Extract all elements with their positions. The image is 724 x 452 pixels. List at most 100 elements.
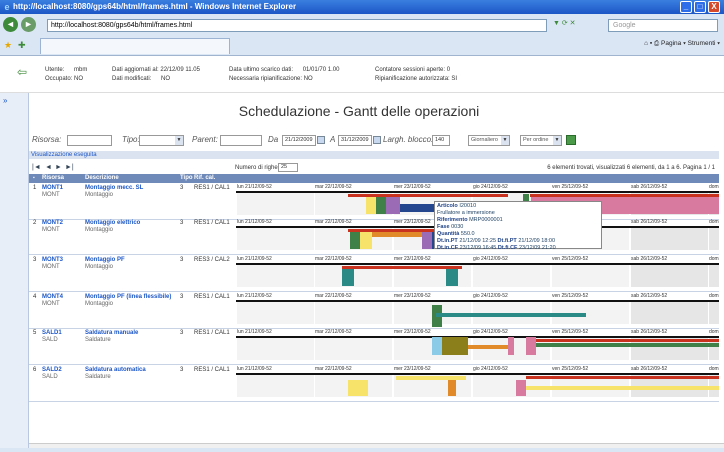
calendar-icon[interactable]: [317, 136, 325, 144]
view-select[interactable]: Giornaliero: [468, 135, 510, 146]
operation-bar[interactable]: [348, 194, 508, 197]
operation-bar[interactable]: [526, 337, 536, 355]
col-risorsa[interactable]: Risorsa: [42, 174, 64, 183]
add-favorite-icon[interactable]: ✚: [18, 40, 26, 51]
day-label: mer 23/12/09-52: [394, 256, 431, 262]
minimize-button[interactable]: _: [680, 1, 692, 13]
operation-bar[interactable]: [448, 380, 456, 396]
day-axis: [708, 373, 719, 375]
last-page-icon[interactable]: ►|: [65, 164, 74, 171]
day-axis: [314, 226, 393, 228]
exit-icon[interactable]: ⇦: [17, 65, 27, 79]
gantt-timeline[interactable]: lun 21/12/09-52 mar 22/12/09-52 mer 23/12/…: [236, 366, 719, 402]
day-label: mar 22/12/09-52: [315, 256, 352, 262]
rows-input[interactable]: 25: [278, 163, 298, 172]
excel-icon[interactable]: [566, 135, 576, 145]
col-rifcal[interactable]: Rif. cal.: [194, 174, 215, 183]
operation-bar[interactable]: [360, 231, 372, 249]
resource-description: Montaggio PF (linea flessibile): [85, 294, 172, 300]
sort-icon[interactable]: ▪: [33, 174, 35, 183]
url-field[interactable]: http://localhost:8080/gps64b/html/frames…: [47, 19, 547, 32]
operation-bar[interactable]: [536, 339, 719, 342]
table-row[interactable]: 1 MONT1 MONT Montaggio mecc. SL Montaggio 3 RE…: [29, 184, 719, 220]
gantt-timeline[interactable]: lun 21/12/09-52 mar 22/12/09-52 mer 23/12/…: [236, 256, 719, 292]
resource-calendar: RES1 / CAL1: [194, 220, 230, 226]
operation-bar[interactable]: [422, 231, 432, 249]
operation-bar[interactable]: [348, 380, 368, 396]
operation-bar[interactable]: [536, 343, 719, 347]
pagination-row: |◄ ◄ ► ►| Numero di righe 25 6 elementi …: [29, 163, 719, 173]
resource-group: MONT: [42, 192, 60, 198]
browser-tab[interactable]: [40, 38, 230, 54]
day-label: mer 23/12/09-52: [394, 293, 431, 299]
col-descrizione[interactable]: Descrizione: [85, 174, 119, 183]
da-input[interactable]: 21/12/2009: [282, 135, 316, 146]
next-page-icon[interactable]: ►: [55, 164, 62, 171]
close-button[interactable]: X: [708, 1, 720, 13]
day-band: [631, 263, 708, 287]
operation-bar[interactable]: [436, 313, 586, 317]
operation-bar[interactable]: [396, 376, 426, 380]
forward-button[interactable]: ►: [21, 17, 36, 32]
home-icon[interactable]: ⌂: [644, 40, 648, 47]
parent-input[interactable]: [220, 135, 262, 146]
gantt-timeline[interactable]: lun 21/12/09-52 mar 22/12/09-52 mer 23/12/…: [236, 329, 719, 365]
day-axis: [472, 373, 551, 375]
operation-bar[interactable]: [530, 194, 719, 197]
operation-bar[interactable]: [342, 266, 462, 269]
print-icon[interactable]: ⎙: [654, 40, 659, 47]
operation-bar[interactable]: [366, 194, 376, 214]
day-axis: [236, 191, 315, 193]
day-label: dom 2: [709, 184, 719, 190]
operation-bar[interactable]: [350, 231, 360, 249]
maximize-button[interactable]: □: [694, 1, 706, 13]
day-label: ven 25/12/09-52: [552, 293, 589, 299]
operation-bar[interactable]: [432, 337, 442, 355]
resource-code: MONT1: [42, 185, 63, 191]
row-number: 3: [33, 257, 37, 263]
tipo-select[interactable]: [139, 135, 184, 146]
favorites-star-icon[interactable]: ★: [4, 40, 12, 51]
table-row[interactable]: 2 MONT2 MONT Montaggio elettrico Montaggio 3 R…: [29, 219, 719, 255]
collapse-strip[interactable]: »: [0, 93, 18, 448]
tools-menu[interactable]: Strumenti: [688, 40, 716, 47]
operation-bar[interactable]: [508, 337, 514, 355]
first-page-icon[interactable]: |◄: [32, 164, 41, 171]
order-select[interactable]: Per ordine: [520, 135, 562, 146]
col-tipo[interactable]: Tipo: [180, 174, 193, 183]
expand-arrow-icon[interactable]: »: [3, 96, 7, 105]
day-axis: [708, 300, 719, 302]
day-label: ven 25/12/09-52: [552, 329, 589, 335]
risorsa-input[interactable]: [67, 135, 112, 146]
operation-bar[interactable]: [348, 229, 448, 232]
calendar-icon[interactable]: [373, 136, 381, 144]
operation-bar[interactable]: [468, 345, 508, 349]
row-number: 6: [33, 367, 37, 373]
operation-bar[interactable]: [386, 194, 400, 214]
day-axis: [551, 191, 630, 193]
tipo-label: Tipo:: [122, 135, 140, 144]
operation-bar[interactable]: [376, 194, 386, 214]
operation-bar[interactable]: [526, 376, 719, 379]
largh-input[interactable]: 140: [432, 135, 450, 146]
table-row[interactable]: 5 SALD1 SALD Saldatura manuale Saldature 3 RES…: [29, 329, 719, 365]
gantt-timeline[interactable]: lun 21/12/09-52 mar 22/12/09-52 mer 23/12/…: [236, 293, 719, 329]
operation-bar[interactable]: [446, 268, 458, 286]
a-input[interactable]: 31/12/2009: [338, 135, 372, 146]
refresh-stop-icons[interactable]: ▼ ⟳ ✕: [553, 19, 605, 32]
operation-bar[interactable]: [526, 386, 719, 390]
operation-bar[interactable]: [516, 380, 526, 396]
back-button[interactable]: ◄: [3, 17, 18, 32]
operation-bar[interactable]: [442, 337, 468, 355]
table-row[interactable]: 6 SALD2 SALD Saldatura automatica Saldature 3…: [29, 366, 719, 402]
table-row[interactable]: 3 MONT3 MONT Montaggio PF Montaggio 3 RES3 / C…: [29, 256, 719, 292]
day-axis: [630, 336, 709, 338]
day-axis: [314, 191, 393, 193]
table-row[interactable]: 4 MONT4 MONT Montaggio PF (linea flessibile…: [29, 293, 719, 329]
operation-bar[interactable]: [342, 268, 354, 286]
day-band: [315, 336, 392, 360]
prev-page-icon[interactable]: ◄: [45, 164, 52, 171]
search-input[interactable]: Google: [608, 19, 718, 32]
page-menu[interactable]: Pagina: [661, 40, 681, 47]
operation-bar[interactable]: [426, 376, 466, 380]
